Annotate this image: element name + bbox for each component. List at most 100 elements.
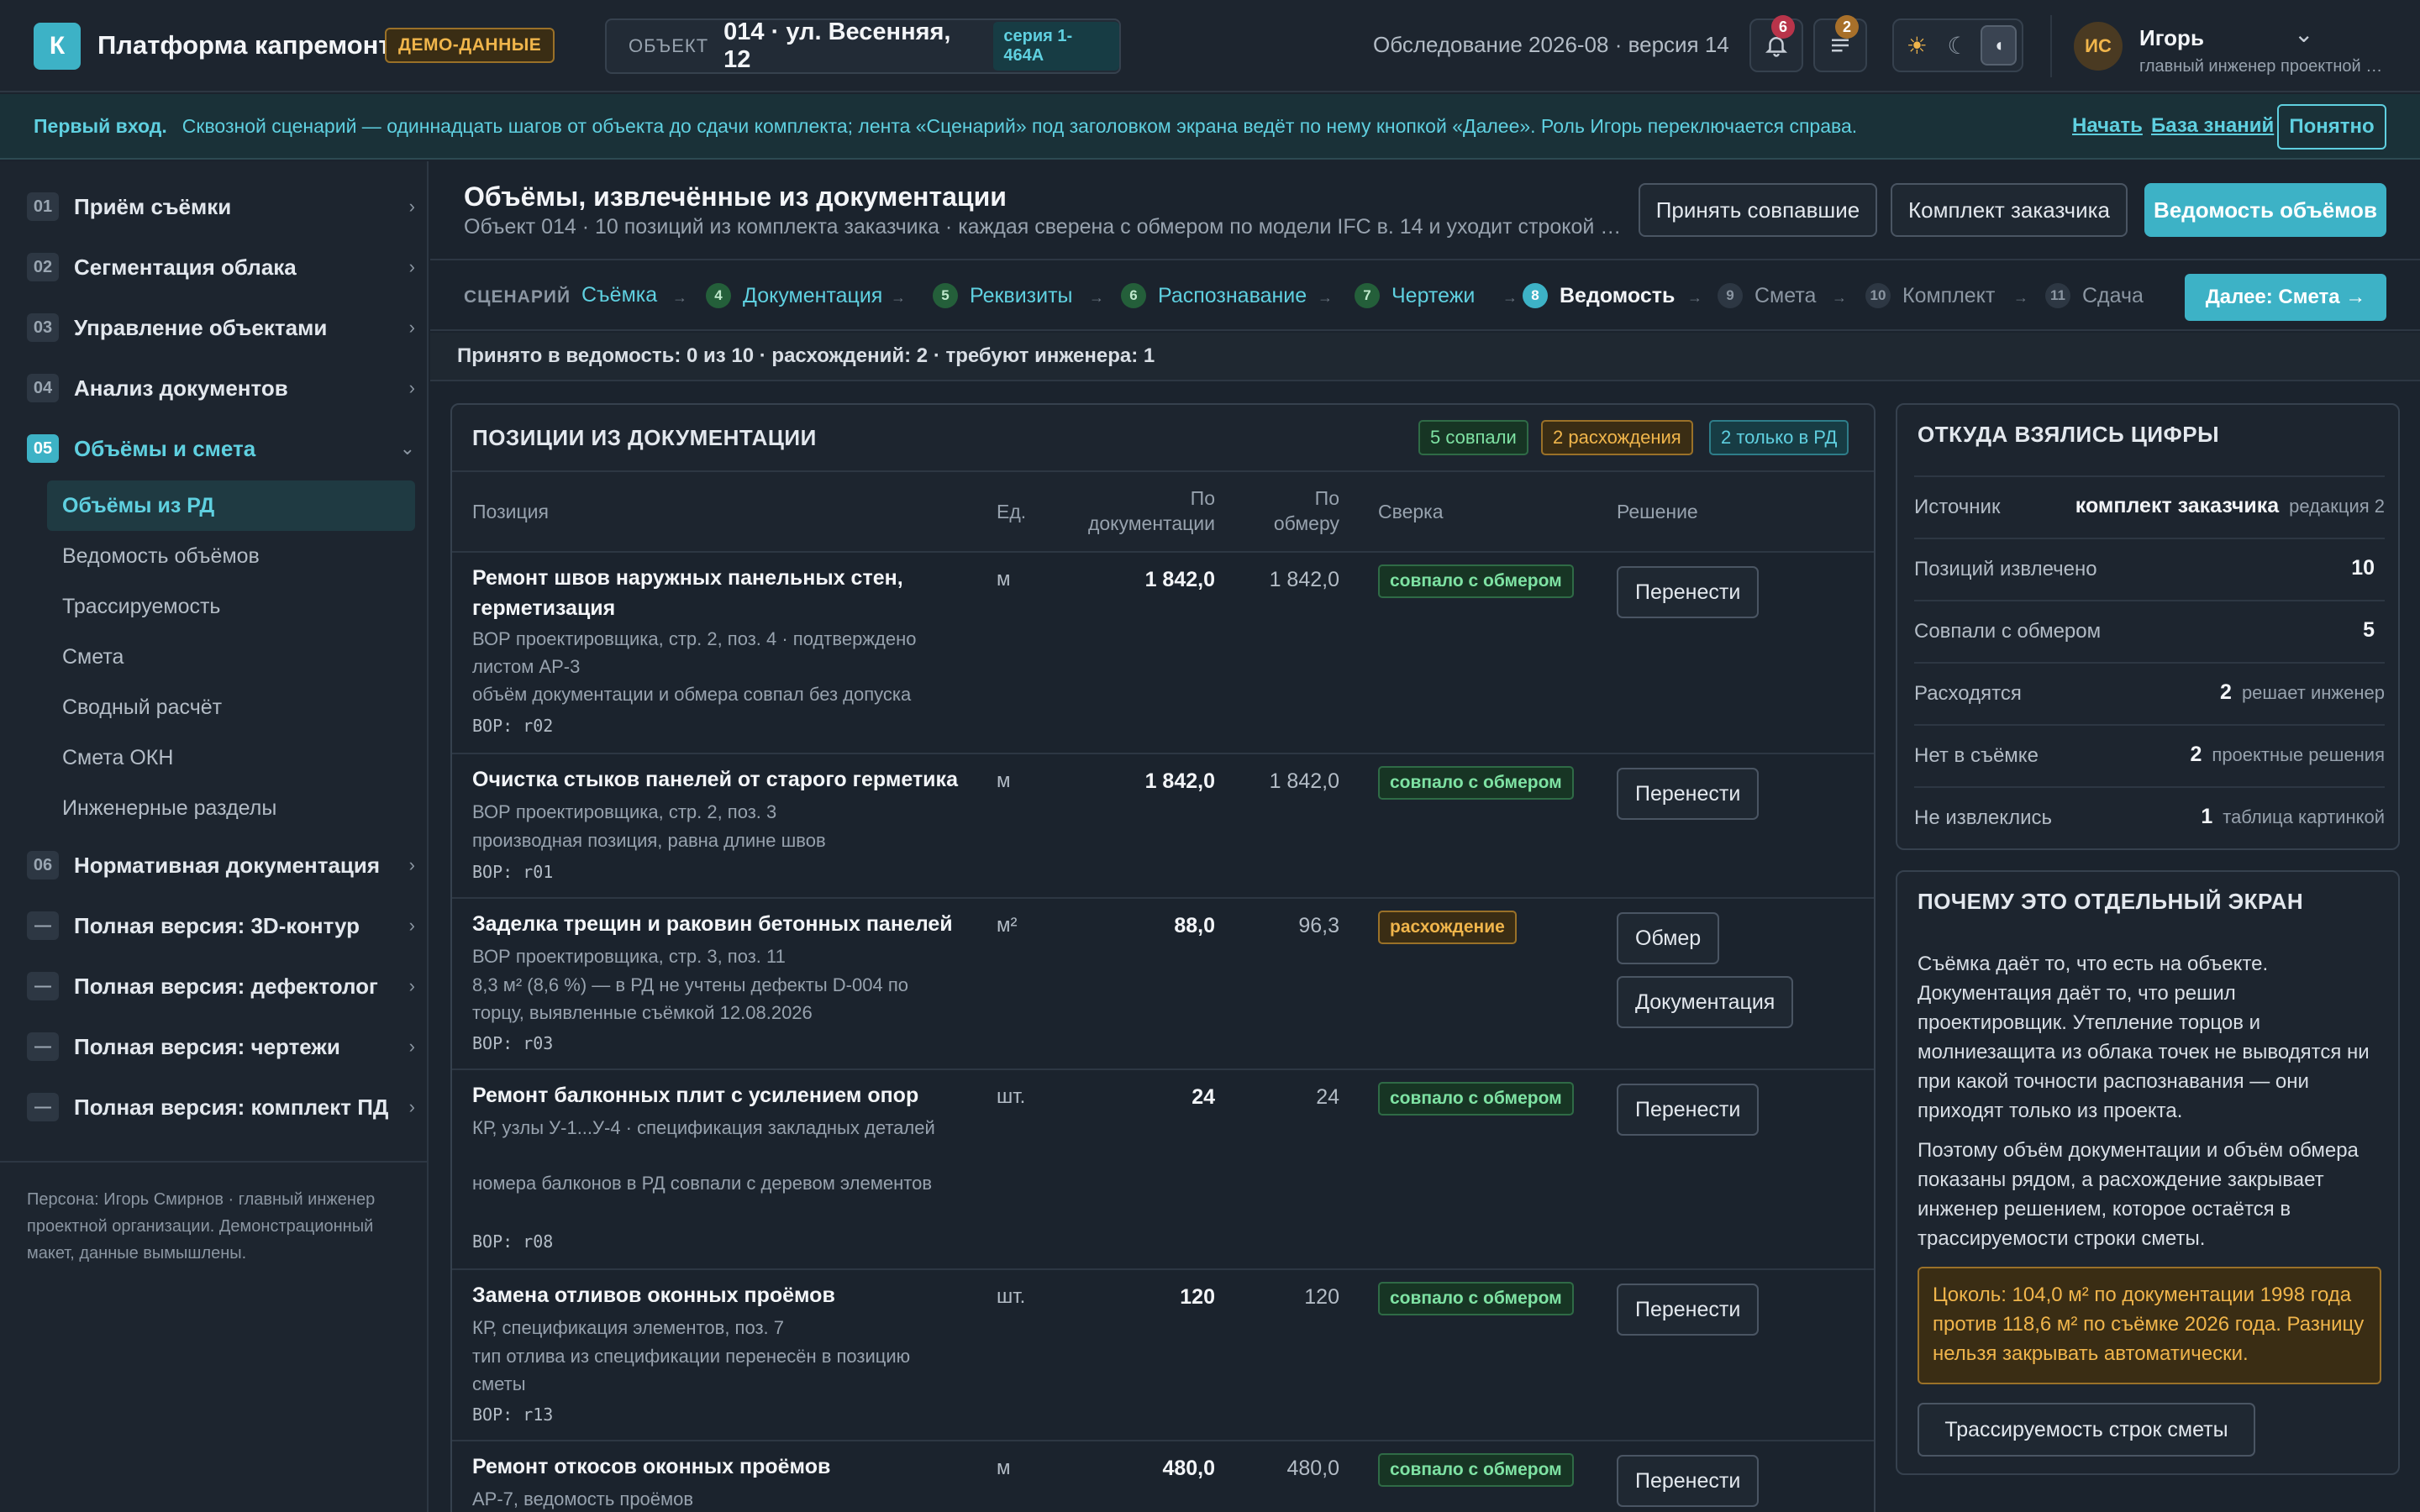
step-recognition[interactable]: 6 Распознавание xyxy=(1121,283,1307,308)
kv-value-text: комплект заказчика xyxy=(2075,494,2280,517)
kv-row: Позиций извлечено 10 xyxy=(1914,538,2385,600)
matched-chip[interactable]: 5 совпали xyxy=(1418,420,1528,455)
row-source: ВОР проектировщика, стр. 3, поз. 11 xyxy=(472,946,786,967)
transfer-button[interactable]: Перенести xyxy=(1617,1455,1760,1507)
kv-note: таблица картинкой xyxy=(2223,806,2385,827)
next-step-button[interactable]: Далее: Смета → xyxy=(2185,274,2386,321)
chevron-down-icon[interactable]: ⌄ xyxy=(2294,20,2313,48)
panel-title: ОТКУДА ВЗЯЛИСЬ ЦИФРЫ xyxy=(1918,422,2220,447)
accept-matched-button[interactable]: Принять совпавшие xyxy=(1639,183,1877,237)
status-badge: совпало с обмером xyxy=(1378,564,1574,598)
sidebar-item-intake[interactable]: 01 Приём съёмки › xyxy=(27,183,415,230)
kv-note: решает инженер xyxy=(2241,682,2385,703)
sidebar-item-defects[interactable]: — Полная версия: дефектолог › xyxy=(27,963,415,1010)
status-badge: расхождение xyxy=(1378,911,1517,944)
warning-box: Цоколь: 104,0 м² по документации 1998 го… xyxy=(1918,1267,2381,1384)
sidebar-item-normative[interactable]: 06 Нормативная документация › xyxy=(27,842,415,889)
sidebar-subitem-vedomost[interactable]: Ведомость объёмов xyxy=(47,531,415,581)
sidebar-item-pd-kit[interactable]: — Полная версия: комплект ПД › xyxy=(27,1084,415,1131)
step-kit[interactable]: 10 Комплект xyxy=(1865,283,1995,308)
row-source: ВОР проектировщика, стр. 2, поз. 4 · под… xyxy=(472,628,917,677)
sidebar-item-3d[interactable]: — Полная версия: 3D-контур › xyxy=(27,902,415,949)
user-name[interactable]: Игорь xyxy=(2139,25,2204,51)
app-title[interactable]: Платформа капремонта xyxy=(97,30,406,60)
moon-icon[interactable]: ☾ xyxy=(1940,25,1976,66)
row-measure-value: 24 xyxy=(1316,1085,1339,1109)
sun-icon[interactable]: ☀ xyxy=(1899,25,1935,66)
step-requisites[interactable]: 5 Реквизиты xyxy=(933,283,1073,308)
documentation-button[interactable]: Документация xyxy=(1617,976,1794,1028)
sidebar-subitem-okn[interactable]: Смета ОКН xyxy=(47,732,415,783)
transfer-button[interactable]: Перенести xyxy=(1617,566,1760,618)
nav-number: 01 xyxy=(27,192,59,221)
nav-label: Анализ документов xyxy=(74,375,288,401)
nav-label: Управление объектами xyxy=(74,314,328,340)
why-panel: ПОЧЕМУ ЭТО ОТДЕЛЬНЫЙ ЭКРАН Съёмка даёт т… xyxy=(1896,870,2400,1475)
arrow-right-icon: → xyxy=(1832,289,1847,306)
step-delivery[interactable]: 11 Сдача xyxy=(2045,283,2144,308)
stepper-label: СЦЕНАРИЙ xyxy=(464,287,571,307)
row-unit: м² xyxy=(997,914,1018,937)
chevron-right-icon: › xyxy=(408,854,415,875)
kv-value-text: 2 xyxy=(2220,680,2232,704)
sidebar-item-objects[interactable]: 03 Управление объектами › xyxy=(27,304,415,351)
col-measure: По обмеру xyxy=(1274,486,1339,536)
kv-value: 5 xyxy=(2363,618,2385,643)
sidebar-item-volumes[interactable]: 05 Объёмы и смета ⌄ xyxy=(27,425,415,472)
step-vedomost[interactable]: 8 Ведомость xyxy=(1523,283,1675,308)
step-number: 9 xyxy=(1718,283,1743,308)
step-estimate[interactable]: 9 Смета xyxy=(1718,283,1816,308)
row-note: номера балконов в РД совпали с деревом э… xyxy=(472,1173,933,1194)
kv-note: проектные решения xyxy=(2212,744,2385,765)
notifications-button[interactable]: 6 xyxy=(1749,15,1803,72)
rd-only-chip[interactable]: 2 только в РД xyxy=(1709,420,1849,455)
measurement-button[interactable]: Обмер xyxy=(1617,912,1720,964)
dismiss-banner-button[interactable]: Понятно xyxy=(2277,104,2386,150)
sidebar-subitem-engineering[interactable]: Инженерные разделы xyxy=(47,783,415,833)
step-label: Документация xyxy=(743,283,883,307)
step-documentation[interactable]: 4 Документация xyxy=(706,283,882,308)
sidebar-item-documents[interactable]: 04 Анализ документов › xyxy=(27,365,415,412)
table-row: Замена отливов оконных проёмов КР, специ… xyxy=(452,1270,1874,1441)
step-drawings[interactable]: 7 Чертежи xyxy=(1355,283,1475,308)
tasks-button[interactable]: 2 xyxy=(1813,15,1867,72)
table-row: Ремонт швов наружных панельных стен, гер… xyxy=(452,553,1874,754)
arrow-right-icon: → xyxy=(1502,289,1518,306)
discrepancy-chip[interactable]: 2 расхождения xyxy=(1541,420,1693,455)
sidebar-subitem-volumes-rd[interactable]: Объёмы из РД xyxy=(47,480,415,531)
kv-key: Источник xyxy=(1914,496,2001,518)
notifications-count: 6 xyxy=(1771,15,1795,39)
avatar[interactable]: ИС xyxy=(2074,22,2123,71)
app-logo[interactable]: К xyxy=(34,23,81,70)
nav-label: Полная версия: 3D-контур xyxy=(74,912,360,938)
step-survey[interactable]: Съёмка xyxy=(581,283,657,307)
sidebar-subitem-summary[interactable]: Сводный расчёт xyxy=(47,682,415,732)
transfer-button[interactable]: Перенести xyxy=(1617,1084,1760,1136)
page-header: Объёмы, извлечённые из документации Объе… xyxy=(430,161,2420,260)
kv-key: Не извлеклись xyxy=(1914,806,2052,829)
kv-note: редакция 2 xyxy=(2289,496,2385,517)
sources-panel: ОТКУДА ВЗЯЛИСЬ ЦИФРЫ Источник комплект з… xyxy=(1896,403,2400,850)
sidebar-item-segmentation[interactable]: 02 Сегментация облака › xyxy=(27,244,415,291)
kv-key: Нет в съёмке xyxy=(1914,744,2039,767)
vedomost-button[interactable]: Ведомость объёмов xyxy=(2144,183,2386,237)
row-measure-value: 120 xyxy=(1304,1285,1339,1309)
row-source: ВОР проектировщика, стр. 2, поз. 3 xyxy=(472,801,777,822)
start-link[interactable]: Начать xyxy=(2072,114,2143,138)
kv-row: Расходятся 2 решает инженер xyxy=(1914,662,2385,724)
auto-theme-icon[interactable]: ◖ xyxy=(1981,25,2017,66)
sidebar-item-drawings[interactable]: — Полная версия: чертежи › xyxy=(27,1023,415,1070)
row-unit: м xyxy=(997,769,1011,792)
knowledge-base-link[interactable]: База знаний xyxy=(2151,114,2274,138)
divider xyxy=(2050,15,2052,77)
sidebar-subitem-traceability[interactable]: Трассируемость xyxy=(47,581,415,632)
step-number: 10 xyxy=(1865,283,1891,308)
row-code: ВОР: r01 xyxy=(472,862,554,882)
transfer-button[interactable]: Перенести xyxy=(1617,768,1760,820)
traceability-button[interactable]: Трассируемость строк сметы xyxy=(1918,1403,2255,1457)
row-code: ВОР: r13 xyxy=(472,1404,554,1425)
sidebar-subitem-estimate[interactable]: Смета xyxy=(47,632,415,682)
customer-kit-button[interactable]: Комплект заказчика xyxy=(1891,183,2128,237)
object-selector[interactable]: ОБЪЕКТ 014 · ул. Весенняя, 12 серия 1-46… xyxy=(605,18,1121,74)
transfer-button[interactable]: Перенести xyxy=(1617,1284,1760,1336)
